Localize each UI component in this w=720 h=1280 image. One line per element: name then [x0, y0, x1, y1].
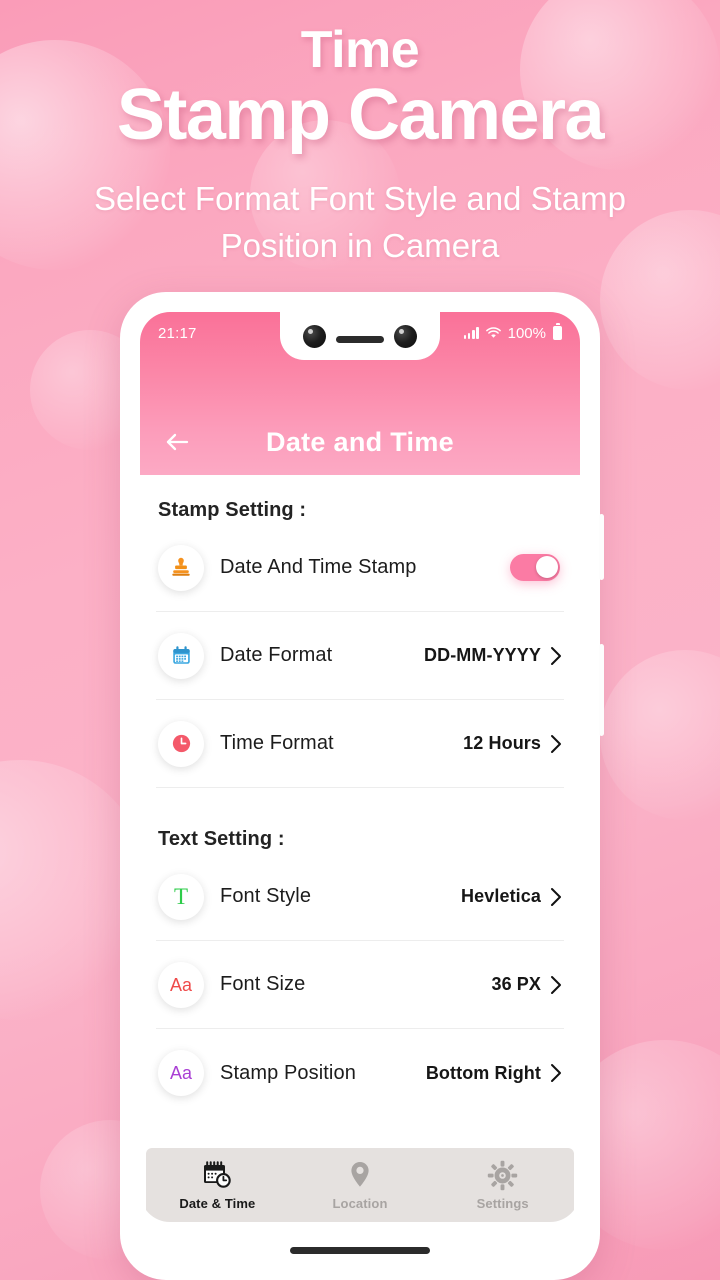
bottom-navigation-bar: Date & Time Location Settings [146, 1148, 574, 1222]
calendar-icon [158, 632, 204, 679]
row-time-format[interactable]: Time Format 12 Hours [156, 700, 564, 788]
chevron-right-icon [550, 1063, 562, 1083]
phone-power-button[interactable] [599, 644, 604, 736]
row-label: Stamp Position [220, 1061, 356, 1084]
row-font-size[interactable]: Aa Font Size 36 PX [156, 941, 564, 1029]
toggle-knob [535, 556, 558, 579]
status-bar-time: 21:17 [158, 324, 197, 342]
chevron-right-icon [550, 887, 562, 907]
chevron-right-icon [550, 975, 562, 995]
back-arrow-icon [166, 433, 189, 451]
row-date-and-time-stamp[interactable]: Date And Time Stamp [156, 524, 564, 612]
date-time-stamp-toggle[interactable] [510, 554, 560, 581]
stamp-icon [158, 544, 204, 591]
front-camera-icon [394, 324, 417, 348]
phone-notch [280, 312, 440, 360]
status-bar-indicators: 100% [463, 324, 562, 342]
phone-volume-button[interactable] [599, 514, 604, 580]
row-label: Font Size [220, 973, 306, 995]
hero-title-line-1: Time [300, 21, 420, 79]
phone-mockup: 21:17 100% Date and Time Stamp Setting:… [120, 292, 604, 1280]
row-value: Hevletica [461, 886, 541, 906]
text-style-icon: T [158, 873, 204, 920]
nav-tab-label: Date & Time [179, 1196, 256, 1211]
section-title-text-setting: Text Setting : [158, 828, 285, 850]
clock-icon [158, 720, 204, 767]
earpiece-speaker [336, 335, 384, 343]
section-title-stamp-setting: Stamp Setting : [158, 499, 307, 521]
battery-full-icon [553, 326, 562, 340]
location-pin-icon [351, 1162, 369, 1187]
settings-content: Stamp Setting : Date And Time Stamp Date… [140, 475, 580, 1148]
nav-tab-location[interactable]: Location [289, 1159, 432, 1211]
hero-text-block: Time Stamp Camera Select Format Font Sty… [0, 0, 720, 269]
chevron-right-icon [550, 646, 562, 666]
letters-aa-glyph: Aa [169, 1063, 193, 1083]
row-label: Date And Time Stamp [220, 556, 417, 578]
battery-percent-label: 100% [507, 324, 546, 342]
app-header: 21:17 100% Date and Time [140, 312, 580, 475]
wifi-icon [485, 327, 501, 339]
row-value: Bottom Right [425, 1062, 541, 1083]
row-value: 36 PX [491, 974, 541, 994]
row-value: 12 Hours [463, 733, 541, 753]
app-navigation-bar: Date and Time [140, 409, 580, 475]
back-button[interactable] [160, 425, 194, 459]
row-font-style[interactable]: T Font Style Hevletica [156, 853, 564, 941]
promo-banner: Time Stamp Camera Select Format Font Sty… [0, 0, 720, 1280]
nav-tab-label: Settings [476, 1195, 529, 1211]
row-date-format[interactable]: Date Format DD-MM-YYYY [156, 612, 564, 700]
row-label: Date Format [220, 644, 333, 666]
nav-tab-settings[interactable]: Settings [431, 1160, 574, 1211]
row-stamp-position[interactable]: Aa Stamp Position Bottom Right [156, 1029, 564, 1117]
nav-tab-label: Location [332, 1196, 388, 1211]
hero-subtitle: Select Format Font Style and Stamp Posit… [94, 179, 626, 264]
row-label: Font Style [220, 885, 312, 907]
front-camera-icon [303, 324, 326, 348]
home-indicator[interactable] [290, 1247, 430, 1254]
letter-t-glyph: T [173, 884, 189, 909]
stamp-position-icon: Aa [158, 1050, 204, 1096]
row-label: Time Format [220, 732, 334, 754]
calendar-clock-icon [204, 1161, 232, 1188]
hero-title-line-2: Stamp Camera [116, 75, 605, 156]
phone-screen: 21:17 100% Date and Time Stamp Setting:… [140, 312, 580, 1222]
page-title: Date and Time [266, 426, 454, 457]
font-size-icon: Aa [158, 961, 204, 1008]
row-value: DD-MM-YYYY [424, 645, 541, 665]
chevron-right-icon [550, 734, 562, 754]
bokeh-circle [600, 650, 720, 820]
signal-bars-icon [463, 327, 479, 339]
nav-tab-date-and-time[interactable]: Date & Time [146, 1159, 289, 1211]
letters-aa-glyph: Aa [169, 974, 193, 995]
gear-icon [487, 1160, 518, 1190]
